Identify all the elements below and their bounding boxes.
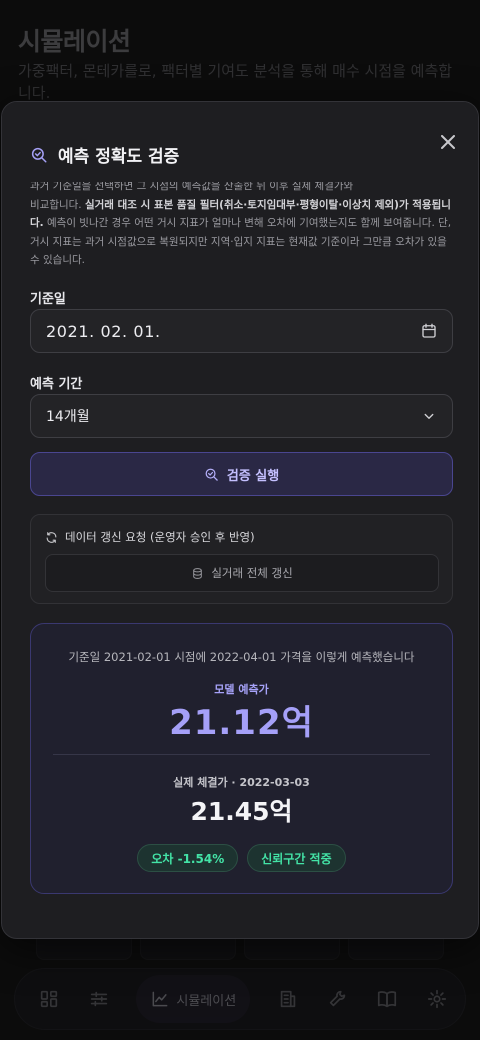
description-intro: 비교합니다. (30, 198, 85, 211)
accuracy-validation-modal: 예측 정확도 검증 과거 기준일을 선택하면 그 시점의 예측값을 산출한 뒤 … (1, 101, 479, 939)
description-rest: 예측이 빗나간 경우 어떤 거시 지표가 얼마나 변해 오차에 기여했는지도 함… (30, 217, 452, 266)
error-badge: 오차 -1.54% (137, 844, 239, 872)
confidence-interval-badge: 신뢰구간 적중 (247, 844, 346, 872)
chevron-down-icon (424, 413, 434, 419)
database-icon (193, 567, 203, 579)
period-value: 14개월 (46, 409, 90, 425)
base-date-label: 기준일 (30, 292, 66, 307)
validation-result-card: 기준일 2021-02-01 시점에 2022-04-01 가격을 이렇게 예측… (30, 623, 453, 894)
refresh-all-button[interactable]: 실거래 전체 갱신 (45, 554, 439, 592)
modal-title-group: 예측 정확도 검증 (30, 142, 179, 167)
search-check-icon (205, 468, 218, 481)
actual-price-label: 실제 체결가 · 2022-03-03 (173, 776, 310, 789)
period-select[interactable]: 14개월 (30, 394, 453, 438)
run-validation-label: 검증 실행 (226, 468, 280, 484)
data-refresh-panel: 데이터 갱신 요청 (운영자 승인 후 반영) 실거래 전체 갱신 (30, 514, 453, 604)
result-caption: 기준일 2021-02-01 시점에 2022-04-01 가격을 이렇게 예측… (68, 650, 415, 664)
actual-price-value: 21.45억 (190, 797, 293, 826)
run-validation-button[interactable]: 검증 실행 (30, 452, 453, 496)
refresh-all-label: 실거래 전체 갱신 (211, 566, 293, 580)
base-date-value: 2021. 02. 01. (46, 321, 161, 341)
refresh-title-text: 데이터 갱신 요청 (운영자 승인 후 반영) (65, 530, 255, 544)
refresh-icon (46, 531, 57, 543)
close-button[interactable] (438, 132, 458, 152)
predicted-price-value: 21.12억 (169, 703, 314, 743)
result-badges: 오차 -1.54% 신뢰구간 적중 (31, 844, 452, 872)
result-divider (53, 754, 430, 755)
base-date-input[interactable]: 2021. 02. 01. (30, 309, 453, 353)
calendar-icon[interactable] (420, 322, 438, 340)
search-check-icon (31, 147, 47, 162)
modal-header: 예측 정확도 검증 (2, 102, 478, 182)
refresh-title: 데이터 갱신 요청 (운영자 승인 후 반영) (45, 529, 255, 545)
period-label: 예측 기간 (30, 377, 83, 392)
modal-title: 예측 정확도 검증 (58, 147, 180, 167)
close-icon (441, 135, 455, 149)
modal-description: 과거 기준일을 선택하면 그 시점의 예측값을 산출한 뒤 이후 실제 체결가와… (30, 177, 454, 270)
